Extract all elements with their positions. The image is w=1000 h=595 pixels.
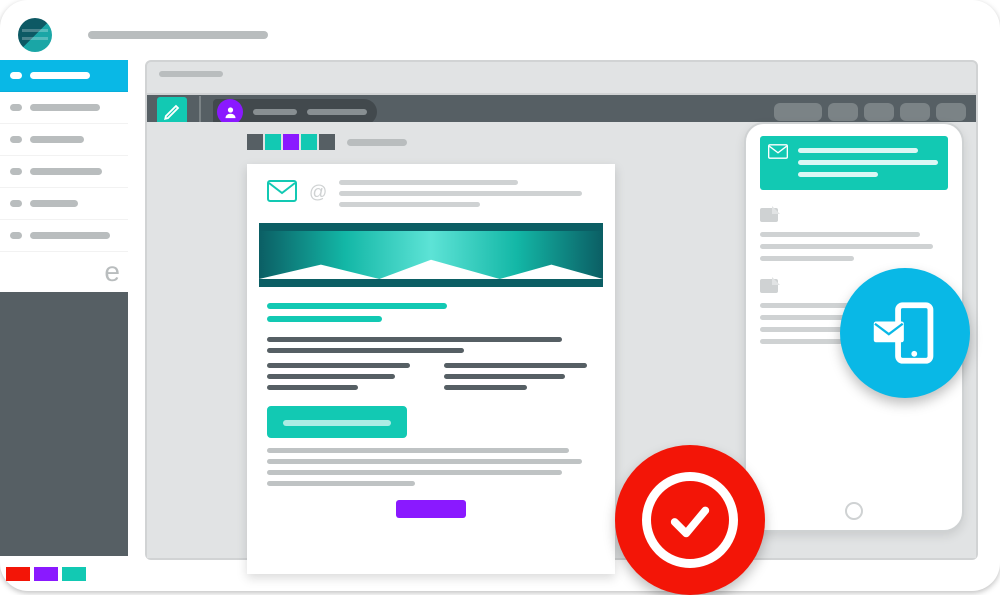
email-two-column xyxy=(267,363,595,396)
mail-phone-icon xyxy=(868,296,942,370)
sidebar-cutoff-letter: e xyxy=(0,252,128,292)
toolbar-right-group xyxy=(774,103,966,121)
at-symbol: @ xyxy=(309,180,327,204)
sidebar-item[interactable] xyxy=(0,124,128,156)
palette-swatch[interactable] xyxy=(265,134,281,150)
editor-title-bar xyxy=(147,71,976,95)
email-banner-top xyxy=(259,223,603,231)
folder-icon xyxy=(760,279,778,293)
status-badge-complete xyxy=(615,445,765,595)
email-header: @ xyxy=(247,164,615,223)
swatch-purple[interactable] xyxy=(34,567,58,581)
color-palette xyxy=(247,134,407,150)
check-icon xyxy=(667,497,713,543)
toolbar-slot[interactable] xyxy=(828,103,858,121)
status-badge-mobile-mail xyxy=(840,268,970,398)
sidebar: e xyxy=(0,60,128,556)
email-preview[interactable]: @ xyxy=(247,164,615,574)
title-bar xyxy=(18,18,982,48)
palette-swatch[interactable] xyxy=(319,134,335,150)
palette-swatch[interactable] xyxy=(283,134,299,150)
sidebar-item[interactable] xyxy=(0,188,128,220)
email-banner-bottom xyxy=(259,279,603,287)
mobile-mail-card[interactable] xyxy=(760,136,948,190)
email-body xyxy=(247,287,615,526)
footer-color-swatches xyxy=(0,567,86,581)
mobile-home-button[interactable] xyxy=(845,502,863,520)
toolbar-slot[interactable] xyxy=(936,103,966,121)
email-cta-button[interactable] xyxy=(267,406,407,438)
app-window: e xyxy=(0,0,1000,591)
toolbar-slot[interactable] xyxy=(900,103,930,121)
email-banner-image xyxy=(259,231,603,279)
sidebar-item[interactable] xyxy=(0,92,128,124)
email-footer-button[interactable] xyxy=(396,500,466,518)
swatch-red[interactable] xyxy=(6,567,30,581)
app-logo-icon xyxy=(18,18,52,52)
palette-swatch[interactable] xyxy=(301,134,317,150)
toolbar-slot[interactable] xyxy=(864,103,894,121)
sidebar-item[interactable] xyxy=(0,60,128,92)
mobile-section xyxy=(760,208,948,261)
mail-icon xyxy=(768,144,788,159)
swatch-teal[interactable] xyxy=(62,567,86,581)
toolbar-slot[interactable] xyxy=(774,103,822,121)
pencil-icon xyxy=(163,103,181,121)
folder-icon xyxy=(760,208,778,222)
palette-swatch[interactable] xyxy=(247,134,263,150)
sidebar-item[interactable] xyxy=(0,156,128,188)
mail-icon xyxy=(267,180,297,207)
sidebar-item[interactable] xyxy=(0,220,128,252)
palette-label xyxy=(347,139,407,146)
app-title-placeholder xyxy=(88,31,268,39)
